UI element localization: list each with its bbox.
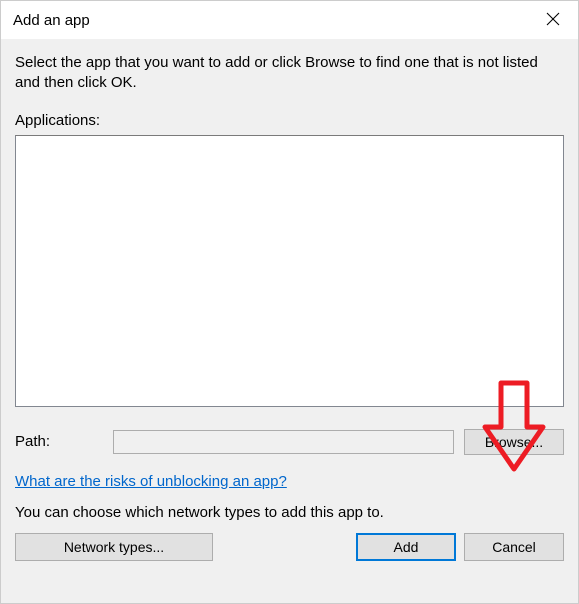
- path-row: Path: Browse...: [15, 429, 564, 455]
- path-input[interactable]: [113, 430, 454, 454]
- close-icon: [546, 12, 560, 26]
- dialog-content: Select the app that you want to add or c…: [1, 39, 578, 603]
- cancel-button[interactable]: Cancel: [464, 533, 564, 561]
- network-types-button[interactable]: Network types...: [15, 533, 213, 561]
- network-description: You can choose which network types to ad…: [15, 504, 564, 521]
- window-title: Add an app: [13, 12, 90, 29]
- close-button[interactable]: [530, 2, 576, 36]
- risks-link[interactable]: What are the risks of unblocking an app?: [15, 473, 287, 490]
- right-button-group: Add Cancel: [356, 533, 564, 561]
- applications-listbox[interactable]: [15, 135, 564, 407]
- applications-label: Applications:: [15, 112, 564, 129]
- add-button[interactable]: Add: [356, 533, 456, 561]
- browse-button[interactable]: Browse...: [464, 429, 564, 455]
- bottom-button-row: Network types... Add Cancel: [15, 533, 564, 561]
- path-label: Path:: [15, 433, 103, 450]
- instruction-text: Select the app that you want to add or c…: [15, 53, 564, 94]
- dialog-window: Add an app Select the app that you want …: [0, 0, 579, 604]
- titlebar: Add an app: [1, 1, 578, 39]
